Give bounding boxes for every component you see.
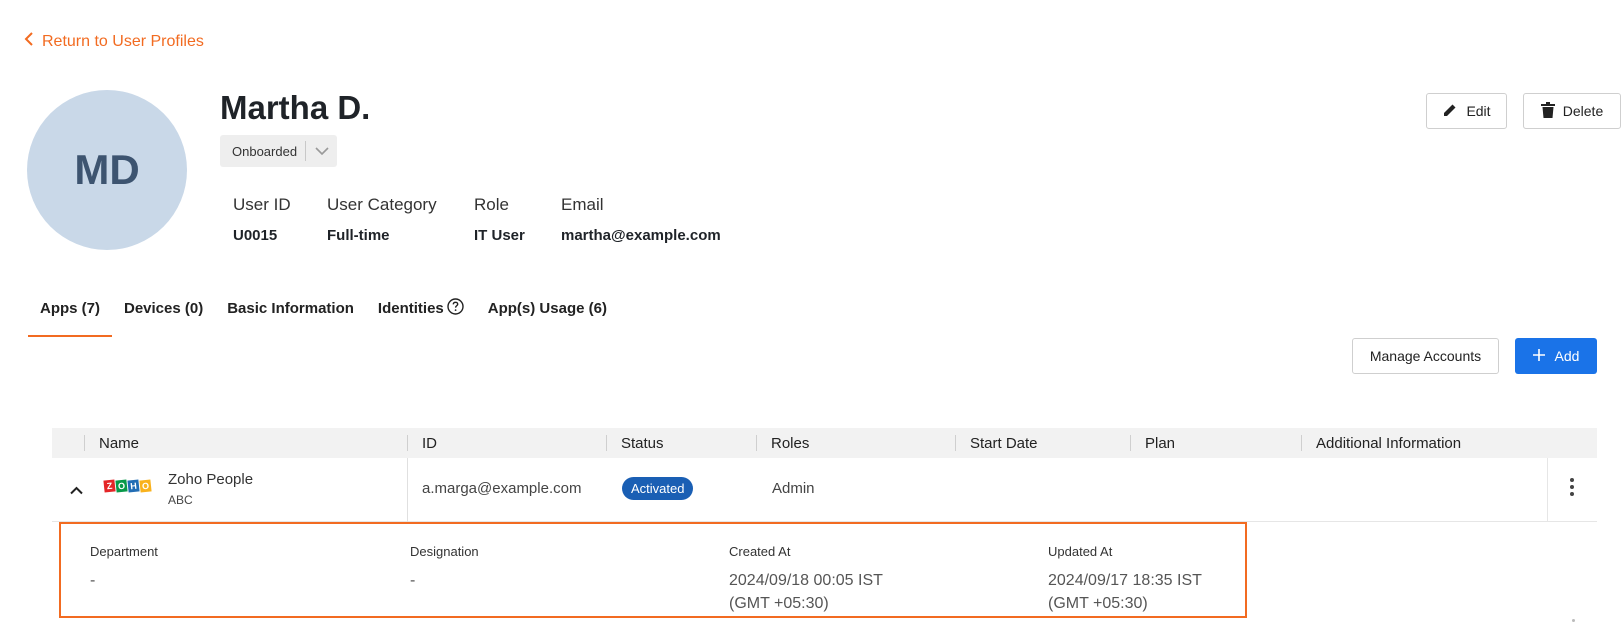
status-select[interactable]: Onboarded [220, 135, 337, 167]
detail-value: - [410, 572, 416, 589]
column-label: Start Date [970, 434, 1038, 452]
detail-key: Designation [410, 544, 479, 559]
detail-department: Department - [90, 544, 158, 592]
meta-value: IT User [474, 227, 525, 244]
column-header-name[interactable]: Name [84, 428, 139, 458]
column-header-status[interactable]: Status [606, 428, 664, 458]
detail-key: Created At [729, 544, 791, 559]
meta-value: martha@example.com [561, 227, 721, 244]
table-row[interactable]: Z O H O Zoho People ABC a.marga@example.… [52, 458, 1597, 522]
profile-tabs: Apps (7) Devices (0) Basic Information I… [28, 290, 619, 337]
meta-key: Email [561, 195, 604, 214]
column-header-roles[interactable]: Roles [756, 428, 809, 458]
column-label: Plan [1145, 434, 1176, 452]
apps-table: Name ID Status Roles Start Date Plan Add… [52, 428, 1597, 522]
app-name: Zoho People [168, 471, 254, 488]
app-org: ABC [168, 493, 193, 507]
column-header-additional-information[interactable]: Additional Information [1301, 428, 1461, 458]
manage-accounts-button[interactable]: Manage Accounts [1352, 338, 1499, 374]
add-button-label: Add [1554, 348, 1580, 364]
more-vertical-icon[interactable] [1570, 478, 1574, 500]
chevron-up-icon[interactable] [70, 482, 83, 499]
detail-value: - [90, 572, 96, 589]
meta-user-id: User ID U0015 [233, 195, 291, 244]
plus-icon [1532, 348, 1545, 364]
detail-created-at: Created At 2024/09/18 00:05 IST (GMT +05… [729, 544, 883, 615]
avatar: MD [27, 90, 187, 250]
meta-value: U0015 [233, 227, 278, 244]
tab-basic-information[interactable]: Basic Information [215, 290, 366, 337]
table-header: Name ID Status Roles Start Date Plan Add… [52, 428, 1597, 458]
chevron-down-icon [306, 146, 337, 156]
status-badge: Activated [622, 477, 694, 500]
cell-divider [1547, 458, 1548, 522]
logo-letter: H [127, 479, 140, 493]
tab-identities[interactable]: Identities [366, 290, 476, 337]
detail-key: Updated At [1048, 544, 1113, 559]
expanded-details-panel: Department - Designation - Created At 20… [59, 522, 1247, 618]
delete-button[interactable]: Delete [1523, 93, 1621, 129]
column-header-id[interactable]: ID [407, 428, 437, 458]
detail-value: 2024/09/18 00:05 IST [729, 572, 883, 589]
user-name: Martha D. [220, 89, 371, 126]
edit-button[interactable]: Edit [1426, 93, 1507, 129]
tab-label: Devices (0) [124, 300, 204, 317]
zoho-logo: Z O H O [103, 479, 152, 493]
manage-accounts-label: Manage Accounts [1369, 348, 1482, 364]
detail-value: 2024/09/17 18:35 IST [1048, 572, 1202, 589]
meta-user-category: User Category Full-time [327, 195, 437, 244]
trash-icon [1540, 101, 1555, 121]
edit-button-label: Edit [1466, 103, 1491, 119]
column-label: Roles [771, 434, 810, 452]
meta-key: Role [474, 195, 509, 214]
tab-apps[interactable]: Apps (7) [28, 290, 112, 337]
tab-devices[interactable]: Devices (0) [112, 290, 215, 337]
meta-email: Email martha@example.com [561, 195, 721, 244]
help-circle-icon[interactable] [447, 298, 464, 319]
account-id: a.marga@example.com [422, 480, 582, 497]
tab-apps-usage[interactable]: App(s) Usage (6) [476, 290, 619, 337]
column-label: ID [422, 434, 437, 452]
detail-updated-at: Updated At 2024/09/17 18:35 IST (GMT +05… [1048, 544, 1202, 615]
pencil-icon [1442, 102, 1458, 121]
chevron-left-icon [24, 32, 34, 51]
meta-value: Full-time [327, 227, 390, 244]
delete-button-label: Delete [1562, 103, 1604, 119]
tab-label: App(s) Usage (6) [487, 300, 607, 317]
cell-divider [407, 458, 408, 522]
detail-key: Department [90, 544, 158, 559]
add-button[interactable]: Add [1515, 338, 1597, 374]
column-label: Name [99, 434, 140, 452]
column-label: Status [621, 434, 664, 452]
tab-label: Identities [377, 300, 444, 317]
scroll-indicator [1572, 619, 1575, 622]
detail-value-timezone: (GMT +05:30) [1048, 595, 1148, 612]
back-to-user-profiles-link[interactable]: Return to User Profiles [24, 32, 204, 51]
meta-key: User Category [327, 195, 437, 214]
status-select-value: Onboarded [232, 143, 298, 159]
logo-letter: O [115, 479, 128, 493]
logo-letter: O [139, 479, 152, 493]
detail-value-timezone: (GMT +05:30) [729, 595, 829, 612]
column-header-plan[interactable]: Plan [1130, 428, 1175, 458]
back-link-label: Return to User Profiles [42, 32, 204, 50]
column-header-start-date[interactable]: Start Date [955, 428, 1038, 458]
tab-label: Apps (7) [40, 300, 100, 317]
account-role: Admin [772, 480, 815, 497]
avatar-initials: MD [74, 146, 140, 193]
meta-key: User ID [233, 195, 291, 214]
logo-letter: Z [103, 479, 116, 493]
detail-designation: Designation - [410, 544, 479, 592]
meta-role: Role IT User [474, 195, 525, 244]
column-label: Additional Information [1316, 434, 1462, 452]
tab-label: Basic Information [227, 300, 354, 317]
